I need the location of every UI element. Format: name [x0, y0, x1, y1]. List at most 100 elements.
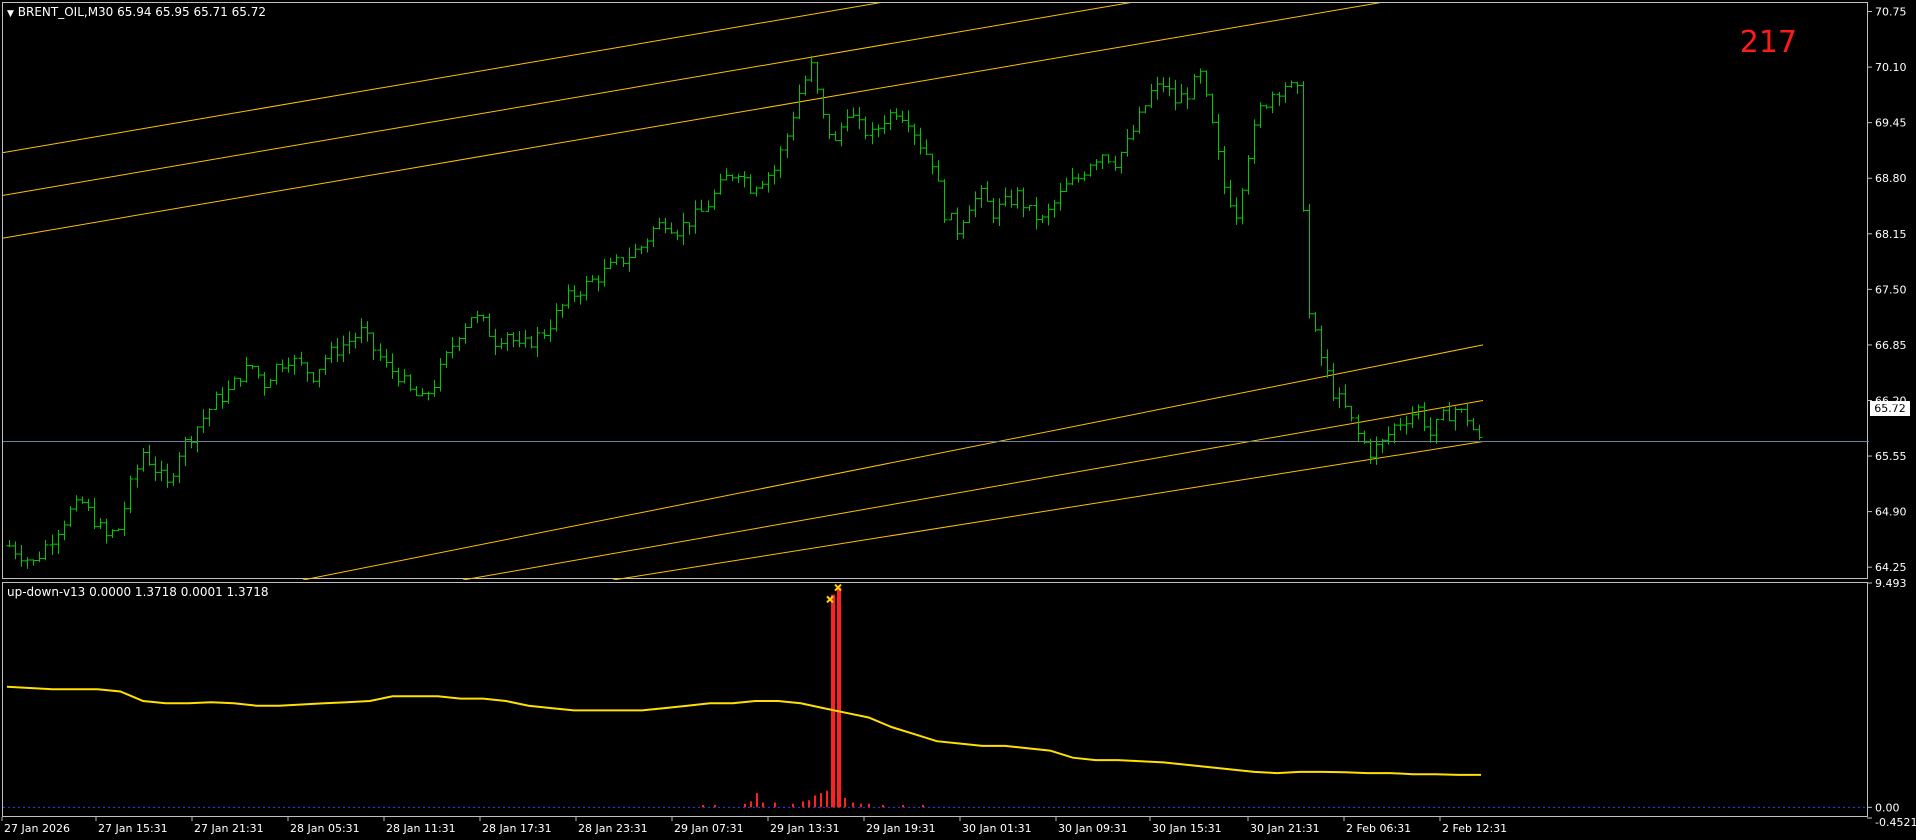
ohlc-bar — [941, 179, 948, 223]
ohlc-bar — [1118, 151, 1125, 174]
ohlc-bar — [1458, 408, 1465, 413]
ohlc-bar — [97, 517, 104, 530]
ohlc-bar — [1288, 80, 1295, 88]
ohlc-bar — [1282, 82, 1289, 103]
ohlc-bar — [747, 174, 754, 194]
ohlc-bar — [990, 197, 997, 224]
ohlc-bar — [571, 285, 578, 302]
indicator-line — [6, 685, 1481, 776]
ohlc-bar — [401, 369, 408, 384]
ohlc-bar — [1464, 403, 1471, 427]
ohlc-bar — [1300, 81, 1307, 212]
price-chart-canvas[interactable] — [3, 3, 1869, 580]
ohlc-bar — [1470, 417, 1477, 431]
time-axis-label: 28 Jan 17:31 — [482, 822, 552, 835]
ohlc-bar — [638, 245, 645, 255]
price-axis-label: 70.75 — [1875, 6, 1907, 19]
time-axis-label: 2 Feb 12:31 — [1442, 822, 1507, 835]
channel-middle-line — [3, 3, 1131, 196]
price-axis-label: 67.50 — [1875, 283, 1907, 296]
ohlc-bar — [626, 247, 633, 272]
histogram-bar — [814, 795, 816, 808]
histogram-bar — [808, 800, 810, 808]
ohlc-bar — [510, 332, 517, 348]
ohlc-bar — [1191, 74, 1198, 100]
ohlc-bar — [219, 387, 226, 409]
ohlc-bar — [893, 108, 900, 121]
ohlc-bar — [121, 501, 128, 537]
ohlc-bar — [61, 520, 68, 541]
ohlc-bar — [1154, 76, 1161, 100]
ohlc-bar — [935, 160, 942, 182]
ohlc-bar — [352, 332, 359, 349]
channel2-upper-line — [302, 344, 1484, 580]
time-axis-label: 2 Feb 06:31 — [1346, 822, 1411, 835]
ohlc-bar — [875, 124, 882, 138]
time-axis-label: 27 Jan 21:31 — [194, 822, 264, 835]
price-chart-pane[interactable]: ▼ BRENT_OIL,M30 65.94 65.95 65.71 65.72 … — [2, 2, 1869, 580]
ohlc-bar — [583, 275, 590, 301]
histogram-bar — [756, 793, 758, 808]
indicator-pane[interactable]: up-down-v13 0.0000 1.3718 0.0001 1.3718 — [2, 582, 1869, 818]
histogram-bar — [702, 804, 704, 808]
ohlc-bar — [954, 207, 961, 240]
price-axis-label: 68.15 — [1875, 228, 1907, 241]
ohlc-bar — [1257, 102, 1264, 129]
channel2-middle-line — [462, 399, 1484, 580]
time-axis-label: 28 Jan 11:31 — [386, 822, 456, 835]
ohlc-bar — [1075, 173, 1082, 183]
ohlc-bar — [225, 380, 232, 404]
ohlc-bar — [1391, 423, 1398, 444]
ohlc-bar — [948, 212, 955, 221]
ohlc-bar — [261, 371, 268, 396]
current-price-tag: 65.72 — [1870, 401, 1910, 416]
ohlc-bar — [528, 335, 535, 349]
indicator-axis-label: 9.493 — [1875, 577, 1907, 590]
ohlc-bar — [516, 331, 523, 348]
channel2-lower-line — [612, 441, 1484, 580]
ohlc-bar — [547, 319, 554, 342]
ohlc-bar — [911, 123, 918, 145]
ohlc-bar — [462, 323, 469, 344]
ohlc-bar — [498, 338, 505, 350]
histogram-bar — [844, 797, 846, 808]
histogram-bar — [792, 803, 794, 808]
ohlc-bar — [1087, 163, 1094, 177]
ohlc-bar — [984, 181, 991, 202]
bar-counter: 217 — [1739, 25, 1797, 60]
ohlc-bar — [814, 61, 821, 94]
ohlc-bar — [273, 363, 280, 385]
histogram-bar — [922, 804, 924, 808]
ohlc-bar — [650, 226, 657, 248]
ohlc-bar — [1184, 87, 1191, 109]
ohlc-bar — [109, 529, 116, 538]
price-axis-label: 66.85 — [1875, 339, 1907, 352]
price-axis-label: 64.90 — [1875, 506, 1907, 519]
price-axis-label: 65.55 — [1875, 450, 1907, 463]
ohlc-bar — [1269, 91, 1276, 114]
ohlc-bar — [838, 122, 845, 147]
ohlc-bar — [279, 359, 286, 373]
time-axis-label: 28 Jan 23:31 — [578, 822, 648, 835]
ohlc-bar — [844, 109, 851, 132]
ohlc-bar — [1324, 349, 1331, 378]
ohlc-bar — [832, 131, 839, 142]
ohlc-bar — [1312, 312, 1319, 332]
dropdown-triangle-icon[interactable]: ▼ — [7, 9, 14, 19]
ohlc-bar — [304, 362, 311, 382]
ohlc-bar — [826, 113, 833, 140]
ohlc-bar — [170, 472, 177, 486]
time-axis-label: 30 Jan 15:31 — [1152, 822, 1222, 835]
ohlc-bar — [486, 313, 493, 337]
ohlc-bar — [680, 212, 687, 245]
indicator-canvas[interactable] — [3, 583, 1869, 818]
ohlc-bar — [1233, 197, 1240, 225]
ohlc-bar — [389, 353, 396, 379]
time-axis-label: 27 Jan 2026 — [4, 822, 70, 835]
ohlc-bar — [1014, 187, 1021, 209]
histogram-bar — [860, 803, 862, 808]
ohlc-bar — [152, 456, 159, 482]
ohlc-bar — [395, 367, 402, 387]
ohlc-bar — [808, 55, 815, 83]
ohlc-bar — [1069, 167, 1076, 186]
